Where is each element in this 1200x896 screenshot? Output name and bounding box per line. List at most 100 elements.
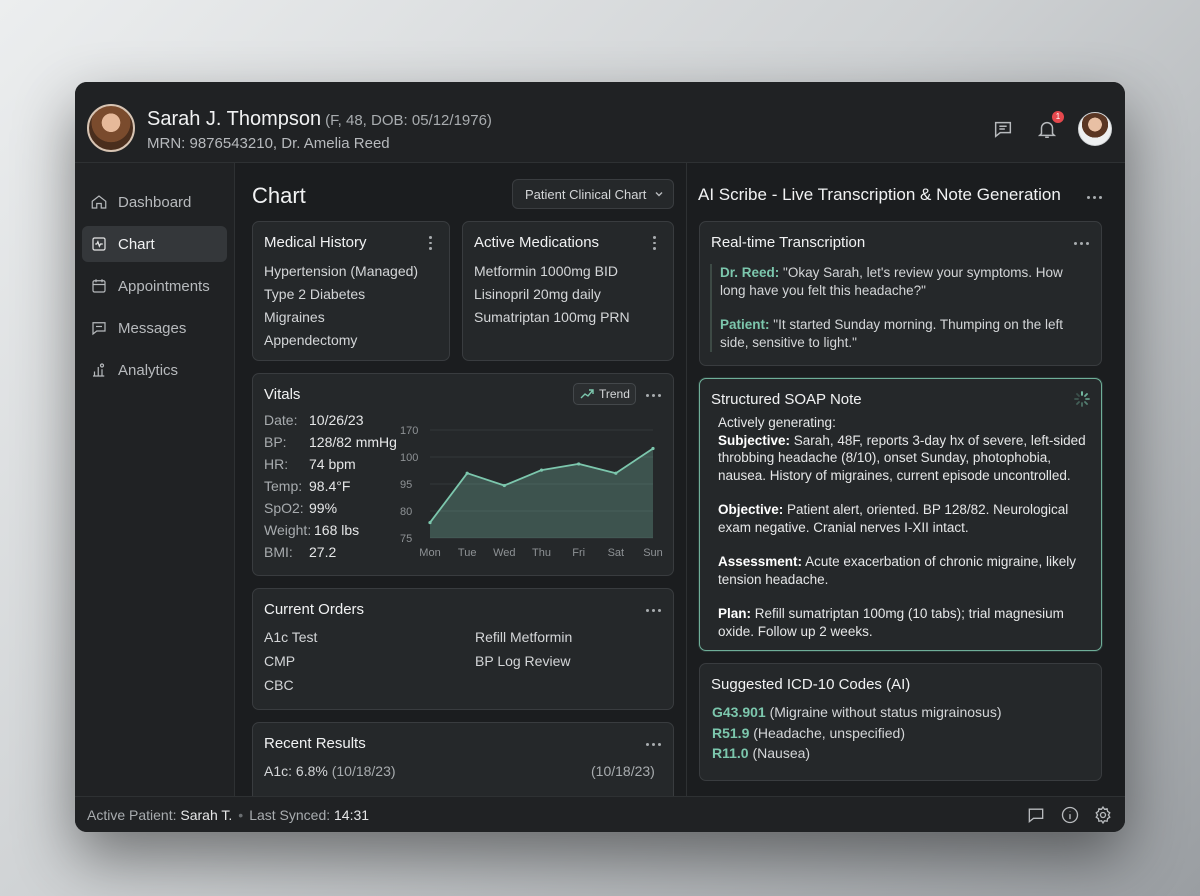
area-fill (430, 448, 653, 538)
data-point (502, 483, 506, 488)
vitals-table: Date: 10/26/23 BP: 128/82 mmHg HR: 74 bpm T… (264, 412, 397, 566)
sidebar-item-label: Appointments (118, 277, 210, 295)
vital-value: 168 lbs (314, 522, 360, 538)
calendar-icon (92, 279, 106, 293)
data-point (428, 520, 432, 525)
transcription-title: Real-time Transcription (711, 234, 866, 251)
data-point (651, 446, 655, 451)
soap-section: Plan: Refill sumatriptan 100mg (10 tabs)… (718, 605, 1088, 640)
page-title: Chart (252, 183, 306, 208)
patient-header: Sarah J. Thompson (F, 48, DOB: 05/12/1976… (75, 82, 1125, 163)
trend-button[interactable]: Trend (573, 383, 636, 405)
vitals-card: Vitals Trend Date: 10/26/23 BP: 128/82 mmH… (252, 373, 674, 576)
vital-key: Temp: (264, 478, 303, 494)
medical-history-card: Medical History Hypertension (Managed) T… (252, 221, 450, 361)
x-tick-label: Fri (572, 547, 585, 559)
patient-name-line: Sarah J. Thompson (F, 48, DOB: 05/12/1976… (147, 108, 492, 131)
order-item[interactable]: BP Log Review (475, 653, 570, 669)
icd-code-row[interactable]: G43.901 (Migraine without status migrain… (712, 704, 1001, 720)
more-vertical-icon[interactable] (423, 234, 437, 251)
x-tick-label: Tue (458, 547, 477, 559)
patient-mrn: MRN: 9876543210, Dr. Amelia Reed (147, 135, 390, 152)
result-label: A1c: 6.8% (264, 763, 328, 779)
soap-section: Objective: Patient alert, oriented. BP 1… (718, 501, 1088, 536)
vital-key: HR: (264, 456, 289, 472)
transcript-text: "It started Sunday morning. Thumping on … (720, 317, 1063, 350)
icd-desc: (Nausea) (752, 745, 811, 761)
chart-view-select[interactable]: Patient Clinical Chart (512, 179, 674, 209)
order-item[interactable]: CBC (264, 677, 294, 693)
current-orders-card: Current Orders A1c Test CMP CBC Refill Metfo… (252, 588, 674, 710)
last-synced-label: Last Synced: (249, 807, 331, 823)
more-vertical-icon[interactable] (647, 234, 661, 251)
data-point (465, 471, 469, 475)
more-horizontal-icon[interactable] (646, 391, 662, 399)
trend-label: Trend (599, 387, 630, 401)
result-row[interactable]: A1c: 6.8% (10/18/23) (264, 763, 396, 779)
home-icon (91, 195, 107, 209)
icd-codes-card: Suggested ICD-10 Codes (AI) G43.901 (Migr… (699, 663, 1102, 781)
vital-value: 99% (309, 500, 338, 516)
medications-list: Metformin 1000mg BID Lisinopril 20mg dai… (474, 262, 630, 331)
soap-section-text: Refill sumatriptan 100mg (10 tabs); tria… (718, 606, 1064, 639)
sidebar-item-label: Analytics (118, 361, 179, 379)
chart-panel: Chart Patient Clinical Chart Medical His… (236, 163, 685, 796)
x-tick-label: Wed (493, 547, 515, 559)
speaker-label: Patient: (720, 317, 770, 332)
chat-icon[interactable] (992, 118, 1014, 140)
active-patient-value: Sarah T. (180, 807, 233, 823)
vital-value: 10/26/23 (309, 412, 364, 428)
icd-title: Suggested ICD-10 Codes (AI) (711, 676, 911, 693)
sidebar-item-appointments[interactable]: Appointments (82, 268, 227, 304)
more-horizontal-icon[interactable] (1087, 193, 1103, 201)
y-tick-label: 100 (400, 452, 418, 464)
user-avatar[interactable] (1078, 112, 1112, 146)
orders-title: Current Orders (264, 601, 365, 618)
vital-key: BMI: (264, 544, 293, 560)
more-horizontal-icon[interactable] (1074, 239, 1090, 247)
order-item[interactable]: Refill Metformin (475, 629, 572, 645)
loading-spinner-icon (1074, 391, 1090, 407)
sidebar-item-label: Chart (118, 235, 155, 253)
speaker-label: Dr. Reed: (720, 265, 780, 280)
vital-row: Date: 10/26/23 (264, 412, 397, 434)
soap-status: Actively generating: (718, 415, 836, 430)
gear-icon[interactable] (1093, 805, 1113, 825)
chevron-down-icon (655, 192, 663, 197)
order-item[interactable]: A1c Test (264, 629, 317, 645)
icd-code-row[interactable]: R51.9 (Headache, unspecified) (712, 725, 905, 741)
data-point (614, 471, 618, 475)
list-item: Lisinopril 20mg daily (474, 286, 601, 302)
vital-value: 98.4°F (309, 478, 351, 494)
status-bar: Active Patient: Sarah T. • Last Synced: 14… (75, 796, 1125, 832)
icd-code: R51.9 (712, 725, 750, 741)
icd-code-row[interactable]: R11.0 (Nausea) (712, 745, 810, 761)
icd-code: G43.901 (712, 704, 766, 720)
chart-view-select-value: Patient Clinical Chart (525, 186, 647, 202)
feedback-icon[interactable] (1026, 805, 1046, 825)
list-item: Appendectomy (264, 332, 358, 348)
order-item[interactable]: CMP (264, 653, 295, 669)
y-tick-label: 170 (400, 425, 418, 437)
list-item: Migraines (264, 309, 325, 325)
soap-note-card: Structured SOAP Note Actively generating:… (699, 378, 1102, 651)
active-patient-label: Active Patient: (87, 807, 177, 823)
more-horizontal-icon[interactable] (646, 606, 662, 614)
icd-desc: (Migraine without status migrainosus) (769, 704, 1002, 720)
vital-value: 74 bpm (309, 456, 356, 472)
notification-badge: 1 (1052, 111, 1064, 123)
vital-value: 27.2 (309, 544, 337, 560)
sidebar-item-chart[interactable]: Chart (82, 226, 227, 262)
info-icon[interactable] (1060, 805, 1080, 825)
vital-row: Temp: 98.4°F (264, 478, 397, 500)
sidebar-item-messages[interactable]: Messages (82, 310, 227, 346)
vital-key: Date: (264, 412, 298, 428)
separator-dot: • (238, 807, 244, 823)
chart-pulse-icon (92, 237, 106, 251)
x-tick-label: Sun (643, 547, 663, 559)
soap-section-label: Objective: (718, 502, 784, 517)
sidebar-item-dashboard[interactable]: Dashboard (82, 184, 227, 220)
sidebar-item-analytics[interactable]: Analytics (82, 352, 227, 388)
more-horizontal-icon[interactable] (646, 740, 662, 748)
app-window: Sarah J. Thompson (F, 48, DOB: 05/12/1976… (75, 82, 1125, 832)
